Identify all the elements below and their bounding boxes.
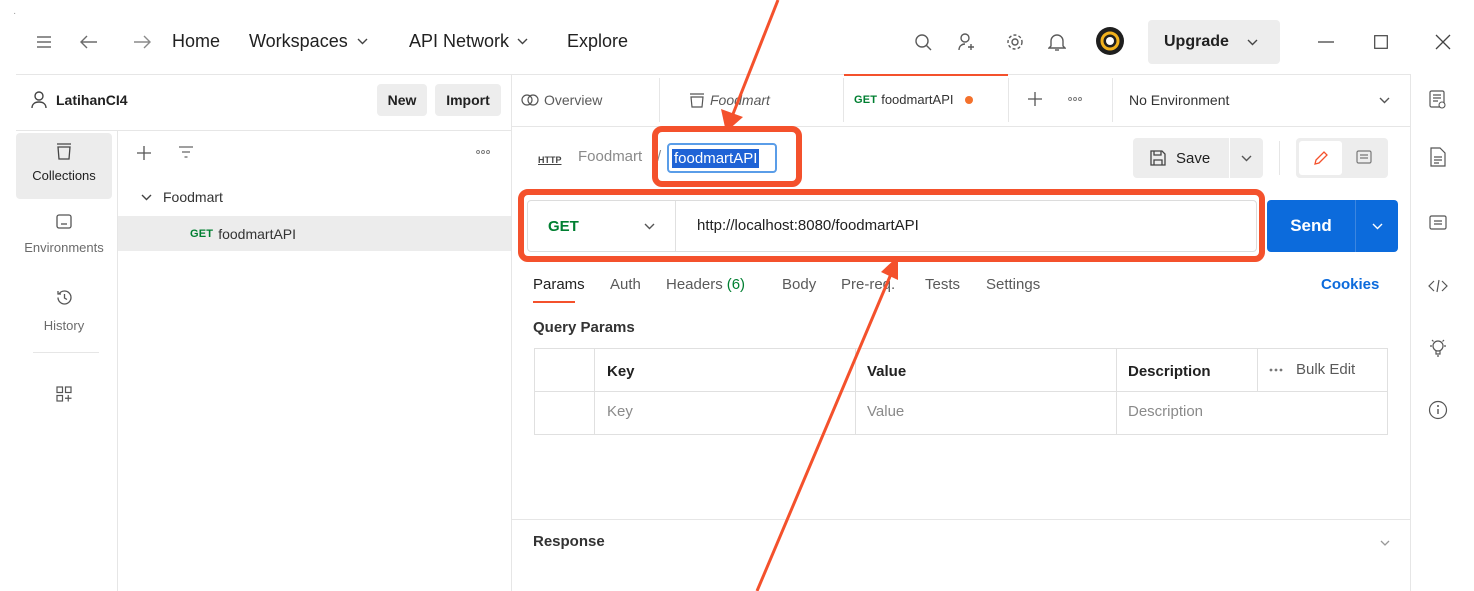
arrow-to-name-line — [731, 0, 780, 115]
arrow-to-url-line — [755, 273, 893, 591]
annotation-arrows — [721, 0, 898, 591]
